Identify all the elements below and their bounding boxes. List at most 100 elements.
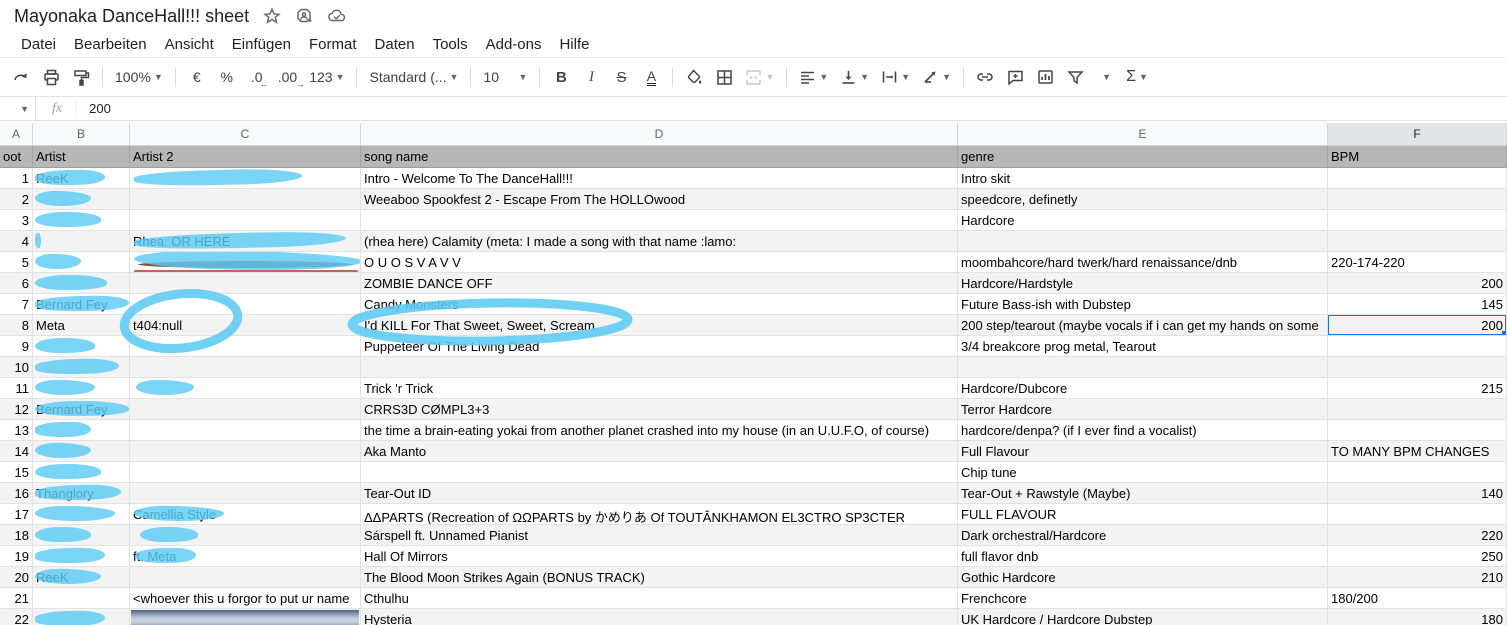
cell-B7[interactable]: Bernard Fey [33,294,130,315]
redo-button[interactable] [8,63,34,91]
protected-status-icon[interactable] [295,7,313,25]
name-box[interactable]: ▼ [0,97,36,120]
document-title[interactable]: Mayonaka DanceHall!!! sheet [14,6,249,27]
column-header-D[interactable]: D [361,123,958,146]
cell-E18[interactable]: Dark orchestral/Hardcore [958,525,1328,546]
cell-D4[interactable]: (rhea here) Calamity (meta: I made a son… [361,231,958,252]
cell-F21[interactable]: 180/200 [1328,588,1507,609]
cell-B2[interactable] [33,189,130,210]
cell-B11[interactable] [33,378,130,399]
column-header-E[interactable]: E [958,123,1328,146]
cell-A22[interactable]: 22 [0,609,33,625]
cell-E14[interactable]: Full Flavour [958,441,1328,462]
font-size-select[interactable]: 10▼ [479,63,531,91]
menu-datei[interactable]: Datei [12,34,65,55]
cell-F22[interactable]: 180 [1328,609,1507,625]
filter-views-button[interactable]: ▼ [1092,63,1118,91]
cell-A10[interactable]: 10 [0,357,33,378]
cell-C6[interactable] [130,273,361,294]
cell-D19[interactable]: Hall Of Mirrors [361,546,958,567]
italic-button[interactable]: I [578,63,604,91]
cell-B16[interactable]: Thanglory [33,483,130,504]
cell-C7[interactable] [130,294,361,315]
cell-D5[interactable]: O U O S V A V V [361,252,958,273]
cell-D12[interactable]: CRRS3D CØMPL3+3 [361,399,958,420]
cell-Bhdr[interactable]: Artist [33,146,130,168]
cell-A21[interactable]: 21 [0,588,33,609]
cell-C8[interactable]: t404:null [130,315,361,336]
cell-A16[interactable]: 16 [0,483,33,504]
cell-B22[interactable] [33,609,130,625]
cell-A4[interactable]: 4 [0,231,33,252]
paint-format-button[interactable] [68,63,94,91]
cell-C12[interactable] [130,399,361,420]
filter-button[interactable] [1062,63,1088,91]
spreadsheet-grid[interactable]: ABCDEFootArtistArtist 2song namegenreBPM… [0,123,1507,625]
cell-F19[interactable]: 250 [1328,546,1507,567]
cell-A15[interactable]: 15 [0,462,33,483]
cell-F16[interactable]: 140 [1328,483,1507,504]
cell-D16[interactable]: Tear-Out ID [361,483,958,504]
column-header-A[interactable]: A [0,123,33,146]
text-rotation-button[interactable]: ▼ [918,63,955,91]
cell-E3[interactable]: Hardcore [958,210,1328,231]
cell-F13[interactable] [1328,420,1507,441]
cell-A13[interactable]: 13 [0,420,33,441]
cell-E13[interactable]: hardcore/denpa? (if I ever find a vocali… [958,420,1328,441]
cell-E17[interactable]: FULL FLAVOUR [958,504,1328,525]
cell-D8[interactable]: I'd KILL For That Sweet, Sweet, Scream [361,315,958,336]
cell-A17[interactable]: 17 [0,504,33,525]
format-currency-button[interactable]: € [184,63,210,91]
font-select[interactable]: Standard (...▼ [365,63,462,91]
cell-B5[interactable] [33,252,130,273]
cell-B13[interactable] [33,420,130,441]
cell-C16[interactable] [130,483,361,504]
cell-D14[interactable]: Aka Manto [361,441,958,462]
cell-E7[interactable]: Future Bass-ish with Dubstep [958,294,1328,315]
cell-C14[interactable] [130,441,361,462]
cell-C22[interactable] [130,609,361,625]
cell-E11[interactable]: Hardcore/Dubcore [958,378,1328,399]
text-color-button[interactable]: A [638,63,664,91]
cell-Fhdr[interactable]: BPM [1328,146,1507,168]
cell-D17[interactable]: ΔΔPARTS (Recreation of ΩΩPARTS by かめりあ O… [361,504,958,525]
cell-E15[interactable]: Chip tune [958,462,1328,483]
cell-F9[interactable] [1328,336,1507,357]
cell-A3[interactable]: 3 [0,210,33,231]
decrease-decimals-button[interactable]: .0← [244,63,270,91]
menu-bearbeiten[interactable]: Bearbeiten [65,34,156,55]
cell-C10[interactable] [130,357,361,378]
format-percent-button[interactable]: % [214,63,240,91]
cell-C18[interactable] [130,525,361,546]
borders-button[interactable] [711,63,737,91]
cell-A8[interactable]: 8 [0,315,33,336]
cell-C9[interactable] [130,336,361,357]
formula-input[interactable]: 200 [77,101,111,116]
functions-button[interactable]: Σ▼ [1122,63,1152,91]
cell-C2[interactable] [130,189,361,210]
cell-F11[interactable]: 215 [1328,378,1507,399]
cell-E20[interactable]: Gothic Hardcore [958,567,1328,588]
cell-E19[interactable]: full flavor dnb [958,546,1328,567]
cell-C15[interactable] [130,462,361,483]
cell-D1[interactable]: Intro - Welcome To The DanceHall!!! [361,168,958,189]
cell-E16[interactable]: Tear-Out + Rawstyle (Maybe) [958,483,1328,504]
cell-F5[interactable]: 220-174-220 [1328,252,1507,273]
cell-E21[interactable]: Frenchcore [958,588,1328,609]
cell-B10[interactable] [33,357,130,378]
cell-D6[interactable]: ZOMBIE DANCE OFF [361,273,958,294]
cell-Ahdr[interactable]: oot [0,146,33,168]
cell-A2[interactable]: 2 [0,189,33,210]
cell-A18[interactable]: 18 [0,525,33,546]
cell-F8[interactable]: 200 [1328,315,1507,336]
strikethrough-button[interactable]: S [608,63,634,91]
cell-B8[interactable]: Meta [33,315,130,336]
star-icon[interactable] [263,7,281,25]
menu-ansicht[interactable]: Ansicht [156,34,223,55]
cell-D15[interactable] [361,462,958,483]
cell-F10[interactable] [1328,357,1507,378]
cell-E22[interactable]: UK Hardcore / Hardcore Dubstep [958,609,1328,625]
cell-D9[interactable]: Puppeteer Of The Living Dead [361,336,958,357]
text-wrap-button[interactable]: ▼ [877,63,914,91]
cell-C4[interactable]: Rhea: OR HERE [130,231,361,252]
